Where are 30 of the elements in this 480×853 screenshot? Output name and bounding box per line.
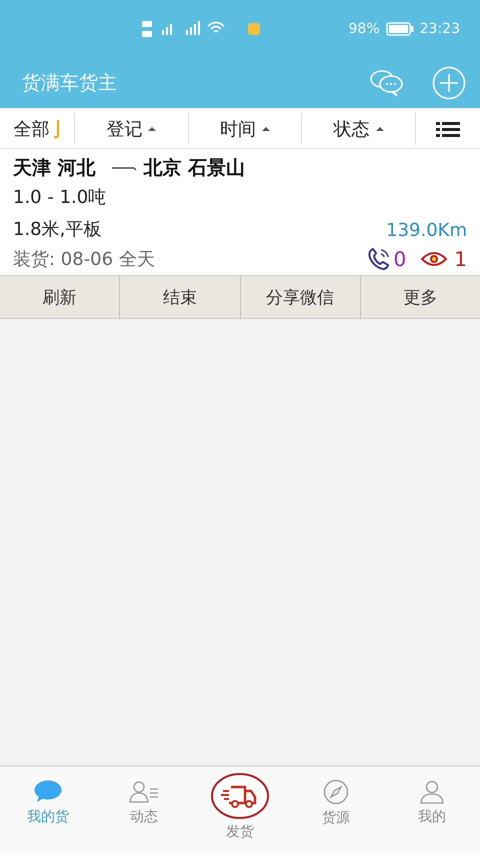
sort-tab[interactable]: 状态 xyxy=(302,110,416,148)
list-icon[interactable] xyxy=(436,121,460,137)
sort-tab[interactable]: 时间 xyxy=(188,110,302,148)
chat-bubble-icon xyxy=(34,780,62,804)
truck-spec: 1.8米,平板 xyxy=(13,218,102,242)
add-icon[interactable] xyxy=(432,66,466,100)
sort-caret-icon xyxy=(376,126,384,132)
compass-icon xyxy=(323,779,349,805)
sort-caret-icon xyxy=(262,126,270,132)
app-title: 货满车货主 xyxy=(22,70,117,96)
eye-icon xyxy=(421,251,448,267)
chat-icon[interactable] xyxy=(370,68,404,96)
battery-percent: 98% xyxy=(348,20,380,36)
origin: 天津 河北 xyxy=(13,156,96,181)
person-icon xyxy=(419,780,445,804)
weight: 1.0 - 1.0吨 xyxy=(13,186,108,210)
route-dash-icon xyxy=(112,165,136,171)
truck-icon xyxy=(211,773,269,819)
destination: 北京 石景山 xyxy=(144,156,246,181)
distance: 139.0Km xyxy=(386,220,467,240)
clock: 23:23 xyxy=(420,20,460,36)
sort-tab[interactable]: 登记 xyxy=(75,110,188,148)
phone-icon xyxy=(366,247,391,271)
battery-icon xyxy=(386,22,414,36)
view-count: 1 xyxy=(454,247,467,271)
loading-date: 装货: 08-06 全天 xyxy=(13,248,155,271)
call-count: 0 xyxy=(394,247,406,271)
sort-caret-icon xyxy=(148,126,156,132)
filter-dropdown[interactable]: 全部 xyxy=(0,110,74,148)
contacts-icon xyxy=(129,780,159,804)
